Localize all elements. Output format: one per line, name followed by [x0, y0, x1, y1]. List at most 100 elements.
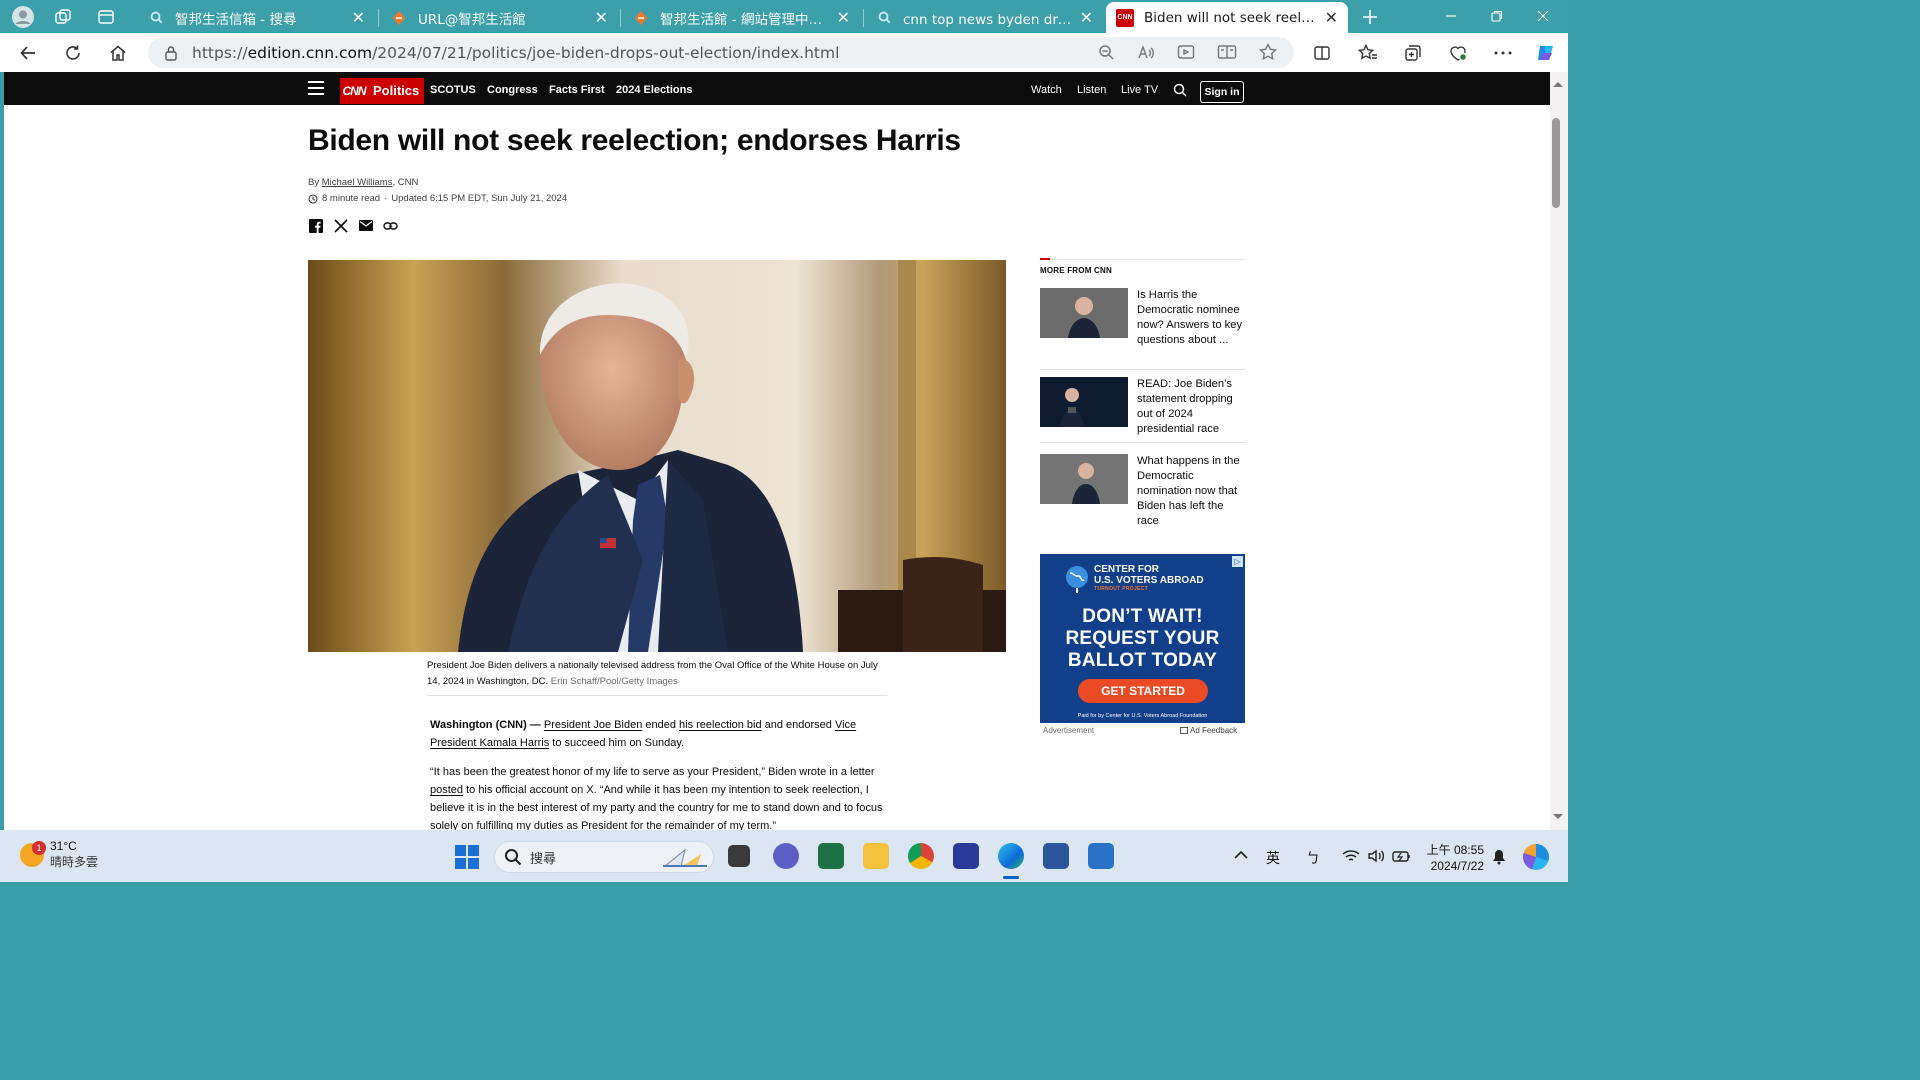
- start-windows-icon[interactable]: [455, 845, 479, 869]
- link-posted[interactable]: posted: [430, 784, 463, 796]
- word-icon[interactable]: [1043, 843, 1069, 869]
- copilot-taskbar-icon[interactable]: [1523, 844, 1549, 870]
- settings-more-icon[interactable]: [1490, 40, 1516, 66]
- hero-image[interactable]: [308, 260, 1006, 652]
- restore-icon[interactable]: [1474, 4, 1520, 28]
- get-started-button[interactable]: GET STARTED: [1078, 679, 1208, 703]
- volume-icon[interactable]: [1367, 849, 1385, 863]
- email-icon[interactable]: [358, 218, 373, 233]
- app-available-icon[interactable]: [1174, 40, 1198, 64]
- rail-thumbnail[interactable]: [1040, 377, 1128, 427]
- system-clock[interactable]: 上午 08:55 2024/7/22: [1422, 842, 1484, 874]
- excel-icon[interactable]: [818, 843, 844, 869]
- close-tab-icon[interactable]: ✕: [352, 9, 365, 26]
- rail-headline[interactable]: What happens in the Democratic nominatio…: [1137, 454, 1245, 529]
- taskbar-search[interactable]: 搜尋: [494, 841, 714, 873]
- link-reelection-bid[interactable]: his reelection bid: [679, 719, 762, 731]
- rail-headline[interactable]: READ: Joe Biden’s statement dropping out…: [1137, 377, 1245, 437]
- back-icon[interactable]: [15, 40, 41, 66]
- ad-headline: DON’T WAIT! REQUEST YOUR BALLOT TODAY: [1065, 606, 1220, 671]
- mail-icon[interactable]: [1088, 843, 1114, 869]
- tab-title: 智邦生活信箱 - 搜尋: [175, 11, 297, 28]
- split-screen-icon[interactable]: [1309, 40, 1335, 66]
- battery-icon[interactable]: [1392, 849, 1412, 863]
- close-tab-icon[interactable]: ✕: [1325, 9, 1338, 26]
- hamburger-menu-icon[interactable]: [308, 81, 324, 95]
- adchoices-icon[interactable]: ▷: [1232, 556, 1243, 567]
- x-twitter-icon[interactable]: [333, 218, 348, 233]
- sign-in-button[interactable]: Sign in: [1200, 81, 1244, 103]
- rail-thumbnail[interactable]: [1040, 454, 1128, 504]
- image-caption: President Joe Biden delivers a nationall…: [427, 658, 887, 696]
- article-paragraph-2: “It has been the greatest honor of my li…: [430, 766, 883, 830]
- zhibang-icon: [632, 9, 650, 27]
- close-tab-icon[interactable]: ✕: [837, 9, 850, 26]
- zoom-icon[interactable]: [1094, 40, 1118, 64]
- browser-essentials-icon[interactable]: [1445, 40, 1471, 66]
- address-bar[interactable]: https://edition.cnn.com/2024/07/21/polit…: [148, 37, 1294, 68]
- collections-icon[interactable]: [1400, 40, 1426, 66]
- scrollbar-thumb[interactable]: [1552, 118, 1560, 208]
- section-politics[interactable]: Politics: [368, 78, 425, 104]
- tab-title: Biden will not seek reelection; endorses…: [1144, 9, 1317, 26]
- chrome-icon[interactable]: [908, 843, 934, 869]
- close-window-icon[interactable]: [1520, 4, 1566, 28]
- lock-icon[interactable]: [164, 45, 178, 61]
- scroll-down-icon[interactable]: [1552, 813, 1564, 821]
- nav-scotus[interactable]: SCOTUS: [430, 84, 476, 96]
- nav-2024-elections[interactable]: 2024 Elections: [616, 84, 692, 96]
- browser-tab-bar: 智邦生活信箱 - 搜尋 ✕ URL@智邦生活館 ✕ 智邦生活館 - 網站管理中心…: [0, 0, 1568, 33]
- immersive-reader-icon[interactable]: [1215, 40, 1239, 64]
- task-view-icon[interactable]: [728, 845, 750, 867]
- home-icon[interactable]: [105, 40, 131, 66]
- page-scrollbar[interactable]: [1550, 72, 1568, 830]
- nav-watch[interactable]: Watch: [1031, 84, 1062, 96]
- edge-icon[interactable]: [998, 843, 1024, 869]
- clock-icon: [308, 193, 318, 204]
- read-aloud-icon[interactable]: [1134, 40, 1158, 64]
- ime-lang-indicator[interactable]: 英: [1266, 848, 1280, 868]
- cnn-logo[interactable]: CNN: [340, 78, 368, 104]
- facebook-icon[interactable]: [308, 218, 323, 233]
- feedback-icon: [1180, 727, 1188, 734]
- search-icon[interactable]: [1173, 83, 1187, 97]
- nav-congress[interactable]: Congress: [487, 84, 538, 96]
- favorites-icon[interactable]: [1355, 40, 1381, 66]
- ad-feedback-link[interactable]: Ad Feedback: [1180, 726, 1237, 735]
- minimize-icon[interactable]: [1428, 4, 1474, 28]
- file-explorer-icon[interactable]: [863, 843, 889, 869]
- url-text[interactable]: https://edition.cnn.com/2024/07/21/polit…: [192, 44, 839, 62]
- profile-avatar-icon[interactable]: [11, 5, 35, 29]
- tab-2[interactable]: URL@智邦生活館 ✕: [380, 2, 618, 33]
- notification-bell-icon[interactable]: [1491, 849, 1507, 865]
- copy-link-icon[interactable]: [383, 218, 398, 233]
- wifi-icon[interactable]: [1342, 849, 1360, 863]
- tab-5-active[interactable]: CNN Biden will not seek reelection; endo…: [1106, 2, 1348, 33]
- author-link[interactable]: Michael Williams: [322, 177, 393, 188]
- scroll-up-icon[interactable]: [1552, 80, 1564, 88]
- rail-headline[interactable]: Is Harris the Democratic nominee now? An…: [1137, 288, 1245, 348]
- workspaces-icon[interactable]: [51, 5, 75, 29]
- close-tab-icon[interactable]: ✕: [595, 9, 608, 26]
- advertisement-banner[interactable]: ▷ CENTER FOR U.S. VOTERS ABROAD TURNOUT P…: [1040, 554, 1245, 723]
- teams-chat-icon[interactable]: [773, 843, 799, 869]
- ime-mode-indicator[interactable]: ㄅ: [1306, 848, 1320, 868]
- web-page: CNN Politics SCOTUS Congress Facts First…: [4, 72, 1550, 830]
- tab-1[interactable]: 智邦生活信箱 - 搜尋 ✕: [137, 2, 375, 33]
- nav-live-tv[interactable]: Live TV: [1121, 84, 1158, 96]
- tab-4[interactable]: cnn top news byden drop out - 搜尋 ✕: [865, 2, 1103, 33]
- nav-listen[interactable]: Listen: [1077, 84, 1106, 96]
- weather-widget[interactable]: 1 31°C 晴時多雲: [20, 839, 98, 870]
- rail-thumbnail[interactable]: [1040, 288, 1128, 338]
- refresh-icon[interactable]: [60, 40, 86, 66]
- new-tab-icon[interactable]: [1358, 5, 1382, 29]
- tab-actions-icon[interactable]: [94, 5, 118, 29]
- copilot-icon[interactable]: [1533, 40, 1559, 66]
- chevron-up-icon[interactable]: [1234, 850, 1248, 860]
- nav-facts-first[interactable]: Facts First: [549, 84, 605, 96]
- link-president-joe-biden[interactable]: President Joe Biden: [544, 719, 642, 731]
- app-icon[interactable]: [953, 843, 979, 869]
- close-tab-icon[interactable]: ✕: [1080, 9, 1093, 26]
- tab-3[interactable]: 智邦生活館 - 網站管理中心 - 最新 ✕: [622, 2, 860, 33]
- favorite-star-icon[interactable]: [1256, 40, 1280, 64]
